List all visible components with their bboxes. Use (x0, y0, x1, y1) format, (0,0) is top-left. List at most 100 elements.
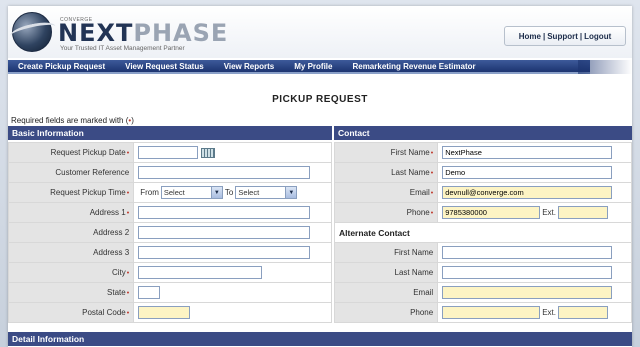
contact-ext-input[interactable] (557, 206, 608, 219)
app-frame: CONVERGE NEXTPHASE Your Trusted IT Asset… (8, 6, 632, 347)
label-contact-phone: Phone• (333, 202, 439, 223)
label-pickup-time: Request Pickup Time• (8, 182, 135, 203)
pickup-date-input[interactable] (138, 146, 199, 159)
required-mark-icon: • (126, 190, 130, 197)
alt-last-name-input[interactable] (442, 266, 613, 279)
support-link[interactable]: Support (547, 32, 578, 41)
contact-last-name-input[interactable]: Demo (442, 166, 613, 179)
cell-contact-last-name: Demo (437, 162, 632, 183)
customer-reference-input[interactable] (138, 166, 311, 179)
required-mark-icon: • (430, 190, 434, 197)
label-city: City• (8, 262, 135, 283)
cell-alt-email (437, 282, 632, 303)
row-state: State• (8, 282, 332, 303)
address-3-input[interactable] (138, 246, 311, 259)
row-contact-first-name: First Name• NextPhase (333, 142, 632, 163)
alt-ext-input[interactable] (557, 306, 608, 319)
state-input[interactable] (138, 286, 161, 299)
top-links: Home | Support | Logout (504, 26, 626, 46)
time-from-label: From (140, 188, 159, 197)
calendar-icon[interactable] (201, 147, 216, 158)
cell-alt-first-name (437, 242, 632, 263)
row-alt-first-name: First Name (333, 242, 632, 263)
required-note-suffix: ) (131, 116, 134, 125)
label-pickup-date: Request Pickup Date• (8, 142, 135, 163)
nav-view-reports[interactable]: View Reports (214, 62, 285, 71)
separator: | (579, 31, 583, 41)
alt-phone-input[interactable] (442, 306, 541, 319)
required-mark-icon: • (126, 150, 130, 157)
label-contact-email: Email• (333, 182, 439, 203)
cell-address-2 (133, 222, 332, 243)
cell-address-1 (133, 202, 332, 223)
label-address-1: Address 1• (8, 202, 135, 223)
basic-information-table: Request Pickup Date• Customer Reference … (8, 142, 332, 323)
row-contact-phone: Phone• 9785380000 Ext. (333, 202, 632, 223)
row-alt-email: Email (333, 282, 632, 303)
row-alternate-contact-heading: Alternate Contact (334, 222, 632, 243)
cell-contact-email: devnull@converge.com (437, 182, 632, 203)
row-address-2: Address 2 (8, 222, 332, 243)
label-alt-email: Email (333, 282, 439, 303)
contact-first-name-input[interactable]: NextPhase (442, 146, 613, 159)
required-mark-icon: • (126, 210, 130, 217)
separator: | (542, 31, 546, 41)
detail-information-header: Detail Information (8, 332, 632, 346)
nav-my-profile[interactable]: My Profile (284, 62, 342, 71)
label-alt-phone: Phone (333, 302, 439, 323)
logo-accent: PHASE (133, 19, 229, 47)
contact-table: First Name• NextPhase Last Name• Demo Em… (333, 142, 632, 323)
row-postal-code: Postal Code• (8, 302, 332, 323)
time-from-value: Select (163, 188, 185, 197)
tagline: Your Trusted IT Asset Management Partner (60, 45, 185, 52)
label-contact-first-name: First Name• (333, 142, 439, 163)
cell-pickup-time: From Select ▼ To Select ▼ (133, 182, 332, 203)
label-customer-reference: Customer Reference (8, 162, 135, 183)
nav-create-pickup-request[interactable]: Create Pickup Request (8, 62, 115, 71)
row-pickup-time: Request Pickup Time• From Select ▼ To Select… (8, 182, 332, 203)
main-nav: Create Pickup Request View Request Statu… (8, 60, 590, 74)
row-contact-last-name: Last Name• Demo (333, 162, 632, 183)
contact-header: Contact (334, 126, 632, 140)
row-address-3: Address 3 (8, 242, 332, 263)
time-to-select[interactable]: Select ▼ (235, 186, 298, 199)
chevron-down-icon: ▼ (210, 187, 222, 198)
alt-email-input[interactable] (442, 286, 613, 299)
cell-state (133, 282, 332, 303)
postal-code-input[interactable] (138, 306, 191, 319)
cell-alt-last-name (437, 262, 632, 283)
row-pickup-date: Request Pickup Date• (8, 142, 332, 163)
cell-contact-first-name: NextPhase (437, 142, 632, 163)
required-note: Required fields are marked with (•) (11, 116, 134, 125)
contact-phone-input[interactable]: 9785380000 (442, 206, 541, 219)
nav-remarketing-revenue-estimator[interactable]: Remarketing Revenue Estimator (342, 62, 485, 71)
required-mark-icon: • (126, 270, 130, 277)
address-1-input[interactable] (138, 206, 311, 219)
row-contact-email: Email• devnull@converge.com (333, 182, 632, 203)
address-2-input[interactable] (138, 226, 311, 239)
nav-view-request-status[interactable]: View Request Status (115, 62, 214, 71)
ext-label: Ext. (542, 308, 556, 317)
required-mark-icon: • (430, 150, 434, 157)
required-mark-icon: • (430, 210, 434, 217)
city-input[interactable] (138, 266, 263, 279)
row-alt-phone: Phone Ext. (333, 302, 632, 323)
time-from-select[interactable]: Select ▼ (160, 186, 223, 199)
row-customer-reference: Customer Reference (8, 162, 332, 183)
required-mark-icon: • (126, 290, 130, 297)
cell-customer-reference (133, 162, 332, 183)
row-city: City• (8, 262, 332, 283)
home-link[interactable]: Home (519, 32, 541, 41)
contact-email-input[interactable]: devnull@converge.com (442, 186, 613, 199)
cell-pickup-date (133, 142, 332, 163)
label-alt-first-name: First Name (333, 242, 439, 263)
alt-first-name-input[interactable] (442, 246, 613, 259)
logo-wordmark: NEXTPHASE (58, 19, 228, 47)
logout-link[interactable]: Logout (584, 32, 611, 41)
cell-contact-phone: 9785380000 Ext. (437, 202, 632, 223)
label-alt-last-name: Last Name (333, 262, 439, 283)
logo-main: NEXT (58, 19, 134, 47)
label-address-2: Address 2 (8, 222, 135, 243)
label-state: State• (8, 282, 135, 303)
cell-address-3 (133, 242, 332, 263)
